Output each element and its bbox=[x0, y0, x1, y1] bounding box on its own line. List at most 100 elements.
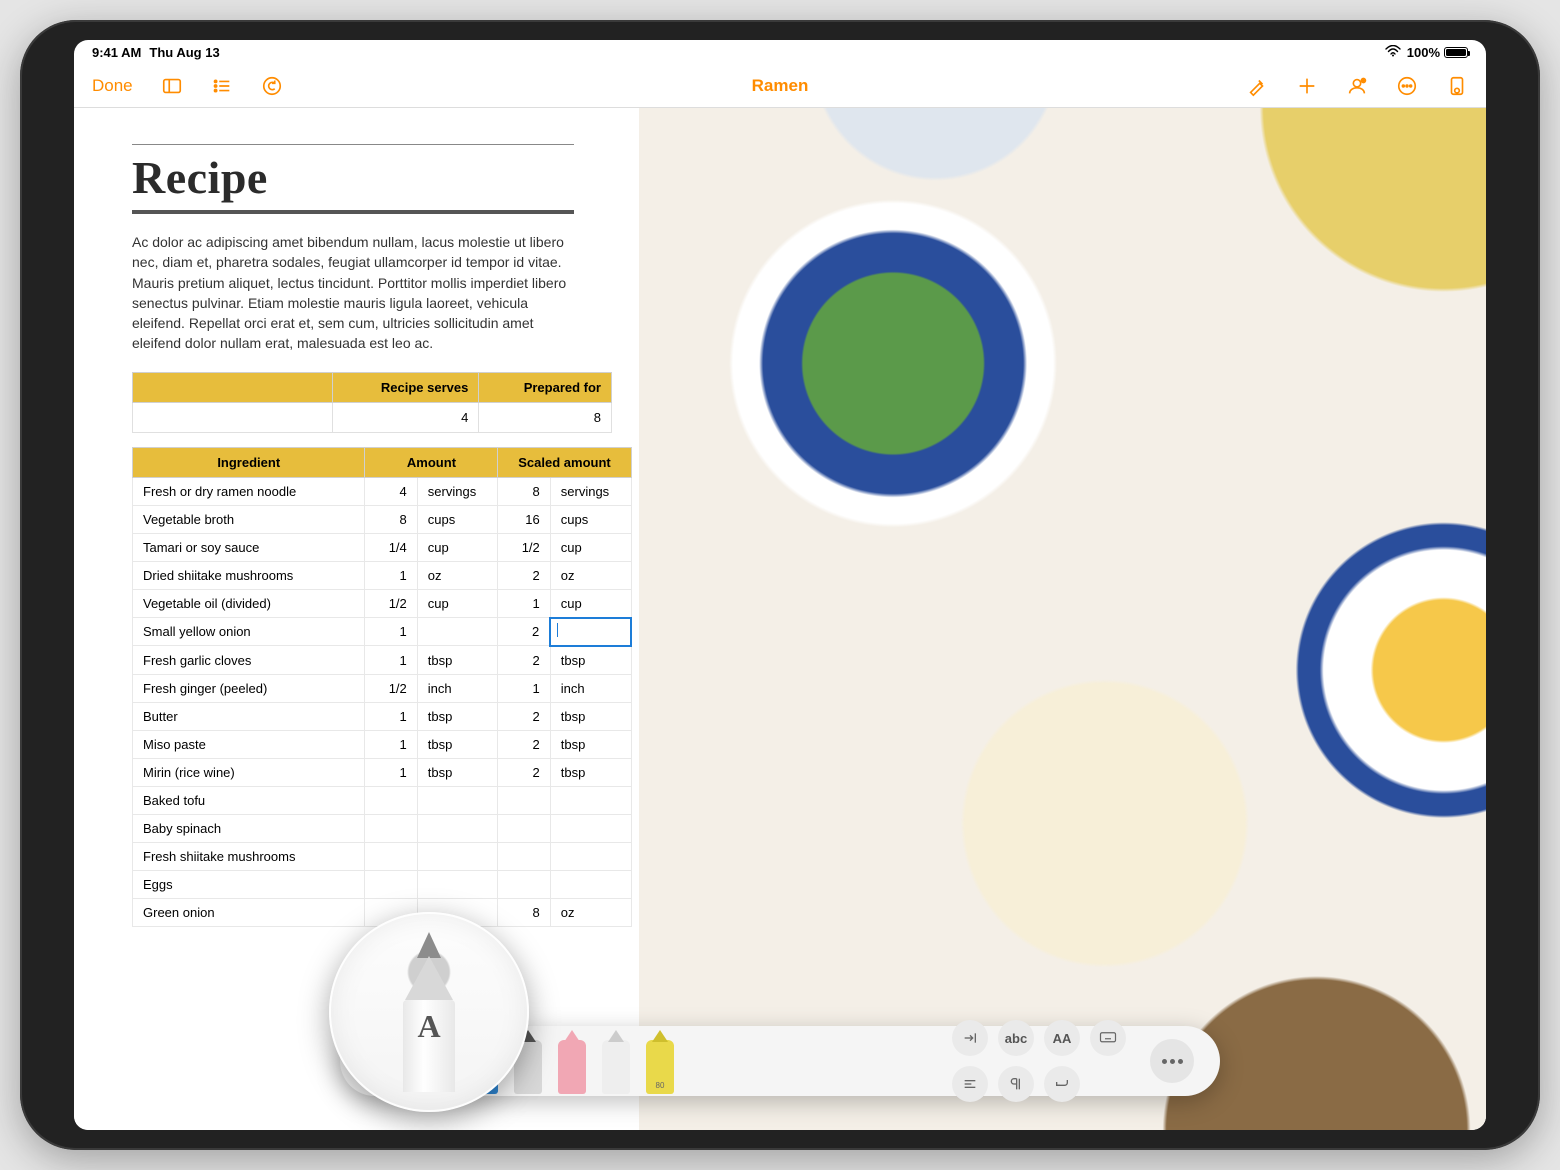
cell-name[interactable]: Fresh ginger (peeled) bbox=[133, 674, 365, 702]
more-icon[interactable] bbox=[1396, 75, 1418, 97]
cell-sunit[interactable]: tbsp bbox=[550, 702, 631, 730]
cell-sunit[interactable] bbox=[550, 870, 631, 898]
cell-unit[interactable] bbox=[417, 786, 498, 814]
table-row[interactable]: Mirin (rice wine)1tbsp2tbsp bbox=[133, 758, 632, 786]
cell-unit[interactable] bbox=[417, 870, 498, 898]
cell-samt[interactable] bbox=[498, 870, 550, 898]
cell-samt[interactable]: 8 bbox=[498, 898, 550, 926]
cell-unit[interactable]: inch bbox=[417, 674, 498, 702]
serves-cell-2[interactable]: 8 bbox=[479, 402, 612, 432]
cell-unit[interactable]: cup bbox=[417, 533, 498, 561]
undo-icon[interactable] bbox=[261, 75, 283, 97]
cell-unit[interactable]: tbsp bbox=[417, 758, 498, 786]
align-icon[interactable] bbox=[952, 1066, 988, 1102]
cell-samt[interactable]: 2 bbox=[498, 646, 550, 675]
tool-highlighter[interactable] bbox=[646, 1040, 674, 1094]
cell-name[interactable]: Small yellow onion bbox=[133, 618, 365, 646]
cell-name[interactable]: Tamari or soy sauce bbox=[133, 533, 365, 561]
cell-amt[interactable]: 8 bbox=[365, 505, 417, 533]
scribble-more-icon[interactable] bbox=[1150, 1039, 1194, 1083]
cell-samt[interactable]: 1 bbox=[498, 674, 550, 702]
ingredients-table[interactable]: Ingredient Amount Scaled amount Fresh or… bbox=[132, 447, 632, 927]
table-row[interactable]: Green onion 8oz bbox=[133, 898, 632, 926]
cell-unit[interactable]: servings bbox=[417, 477, 498, 505]
table-row[interactable]: Miso paste1tbsp2tbsp bbox=[133, 730, 632, 758]
serves-cell-1[interactable]: 4 bbox=[333, 402, 479, 432]
cell-amt[interactable]: 1 bbox=[365, 702, 417, 730]
cell-samt[interactable] bbox=[498, 786, 550, 814]
table-row[interactable]: Vegetable broth8cups16cups bbox=[133, 505, 632, 533]
cell-name[interactable]: Green onion bbox=[133, 898, 365, 926]
done-button[interactable]: Done bbox=[92, 76, 133, 96]
cell-unit[interactable]: tbsp bbox=[417, 646, 498, 675]
cell-sunit[interactable]: cup bbox=[550, 533, 631, 561]
keyboard-icon[interactable] bbox=[1090, 1020, 1126, 1056]
cell-unit[interactable] bbox=[417, 618, 498, 646]
cell-name[interactable]: Dried shiitake mushrooms bbox=[133, 561, 365, 589]
cell-amt[interactable] bbox=[365, 786, 417, 814]
serves-cell-empty[interactable] bbox=[133, 402, 333, 432]
table-row[interactable]: Fresh or dry ramen noodle4servings8servi… bbox=[133, 477, 632, 505]
sidebar-toggle-icon[interactable] bbox=[161, 75, 183, 97]
table-row[interactable]: Small yellow onion1 2 bbox=[133, 618, 632, 646]
cell-name[interactable]: Baby spinach bbox=[133, 814, 365, 842]
tool-plain[interactable] bbox=[602, 1040, 630, 1094]
cell-amt[interactable]: 1/2 bbox=[365, 589, 417, 618]
paragraph-icon[interactable] bbox=[998, 1066, 1034, 1102]
cell-amt[interactable]: 1 bbox=[365, 646, 417, 675]
cell-sunit[interactable]: servings bbox=[550, 477, 631, 505]
cell-amt[interactable]: 1 bbox=[365, 618, 417, 646]
add-icon[interactable] bbox=[1296, 75, 1318, 97]
cell-unit[interactable]: oz bbox=[417, 561, 498, 589]
cell-name[interactable]: Eggs bbox=[133, 870, 365, 898]
return-icon[interactable] bbox=[1044, 1066, 1080, 1102]
cell-amt[interactable]: 1/4 bbox=[365, 533, 417, 561]
cell-unit[interactable]: tbsp bbox=[417, 730, 498, 758]
cell-samt[interactable]: 16 bbox=[498, 505, 550, 533]
cell-name[interactable]: Miso paste bbox=[133, 730, 365, 758]
cell-name[interactable]: Fresh shiitake mushrooms bbox=[133, 842, 365, 870]
cell-amt[interactable]: 1 bbox=[365, 730, 417, 758]
cell-samt[interactable]: 2 bbox=[498, 702, 550, 730]
cell-amt[interactable] bbox=[365, 814, 417, 842]
cell-amt[interactable]: 1/2 bbox=[365, 674, 417, 702]
cell-samt[interactable]: 2 bbox=[498, 758, 550, 786]
cell-samt[interactable]: 2 bbox=[498, 618, 550, 646]
cell-unit[interactable]: cup bbox=[417, 589, 498, 618]
cell-name[interactable]: Butter bbox=[133, 702, 365, 730]
cell-samt[interactable]: 8 bbox=[498, 477, 550, 505]
cell-sunit[interactable]: inch bbox=[550, 674, 631, 702]
cell-samt[interactable]: 2 bbox=[498, 561, 550, 589]
cell-sunit[interactable] bbox=[550, 618, 631, 646]
recipe-body[interactable]: Ac dolor ac adipiscing amet bibendum nul… bbox=[132, 232, 574, 354]
table-row[interactable]: Vegetable oil (divided)1/2cup1cup bbox=[133, 589, 632, 618]
cell-amt[interactable]: 1 bbox=[365, 561, 417, 589]
cell-sunit[interactable]: tbsp bbox=[550, 730, 631, 758]
table-row[interactable]: Baby spinach bbox=[133, 814, 632, 842]
cell-amt[interactable]: 1 bbox=[365, 758, 417, 786]
abc-button[interactable]: abc bbox=[998, 1020, 1034, 1056]
table-row[interactable]: Baked tofu bbox=[133, 786, 632, 814]
table-row[interactable]: Dried shiitake mushrooms1oz2oz bbox=[133, 561, 632, 589]
tool-eraser[interactable] bbox=[558, 1040, 586, 1094]
table-row[interactable]: Fresh shiitake mushrooms bbox=[133, 842, 632, 870]
cell-amt[interactable]: 4 bbox=[365, 477, 417, 505]
cell-sunit[interactable]: tbsp bbox=[550, 758, 631, 786]
text-size-button[interactable]: AA bbox=[1044, 1020, 1080, 1056]
document-canvas[interactable]: Recipe Ac dolor ac adipiscing amet biben… bbox=[74, 108, 1486, 1130]
recipe-heading[interactable]: Recipe bbox=[132, 144, 574, 214]
indent-right-icon[interactable] bbox=[952, 1020, 988, 1056]
cell-unit[interactable] bbox=[417, 814, 498, 842]
list-icon[interactable] bbox=[211, 75, 233, 97]
document-settings-icon[interactable] bbox=[1446, 75, 1468, 97]
cell-sunit[interactable]: tbsp bbox=[550, 646, 631, 675]
cell-sunit[interactable] bbox=[550, 786, 631, 814]
collaborate-icon[interactable] bbox=[1346, 75, 1368, 97]
cell-samt[interactable] bbox=[498, 842, 550, 870]
cell-amt[interactable] bbox=[365, 842, 417, 870]
cell-sunit[interactable] bbox=[550, 842, 631, 870]
cell-samt[interactable]: 2 bbox=[498, 730, 550, 758]
cell-sunit[interactable]: oz bbox=[550, 898, 631, 926]
cell-sunit[interactable] bbox=[550, 814, 631, 842]
cell-name[interactable]: Baked tofu bbox=[133, 786, 365, 814]
